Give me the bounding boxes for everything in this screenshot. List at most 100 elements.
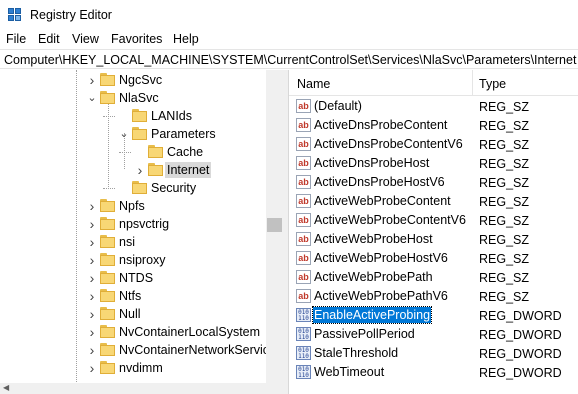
- value-name: ActiveWebProbeContent: [314, 194, 451, 208]
- folder-icon: [100, 217, 115, 230]
- tree-item[interactable]: › Npfs: [0, 198, 266, 216]
- chevron-right-icon[interactable]: ›: [86, 289, 98, 303]
- values-list-pane[interactable]: Name Type ab (Default) REG_SZ ab ActiveDnsPr…: [289, 70, 578, 394]
- chevron-right-icon[interactable]: ›: [86, 199, 98, 213]
- value-row[interactable]: 010 110 WebTimeout REG_DWORD: [289, 363, 578, 382]
- value-name: ActiveWebProbePathV6: [314, 289, 448, 303]
- value-name: ActiveWebProbeHost: [314, 232, 433, 246]
- folder-icon: [100, 325, 115, 338]
- chevron-down-icon[interactable]: ⌄: [86, 91, 98, 105]
- value-type: REG_SZ: [479, 138, 530, 152]
- tree-item[interactable]: Cache: [0, 144, 266, 162]
- folder-icon: [100, 289, 115, 302]
- list-header: Name Type: [289, 70, 578, 96]
- menu-file[interactable]: File: [6, 32, 26, 46]
- value-row[interactable]: ab ActiveDnsProbeContentV6 REG_SZ: [289, 135, 578, 154]
- tree-guide-line: [103, 116, 115, 117]
- value-type: REG_DWORD: [479, 366, 562, 380]
- chevron-right-icon[interactable]: ›: [86, 235, 98, 249]
- registry-editor-icon: [8, 8, 22, 22]
- tree-item[interactable]: ⌄ NlaSvc: [0, 90, 266, 108]
- tree-item-label: Null: [119, 307, 141, 321]
- folder-icon: [100, 235, 115, 248]
- chevron-right-icon[interactable]: ›: [86, 73, 98, 87]
- tree-item[interactable]: LANIds: [0, 108, 266, 126]
- tree-item[interactable]: › Internet: [0, 162, 266, 180]
- string-value-icon: ab: [296, 289, 311, 303]
- string-value-icon: ab: [296, 156, 311, 170]
- value-type: REG_DWORD: [479, 347, 562, 361]
- value-type: REG_SZ: [479, 290, 530, 304]
- tree-item[interactable]: ⌄ Parameters: [0, 126, 266, 144]
- value-row[interactable]: 010 110 EnableActiveProbing REG_DWORD: [289, 306, 578, 325]
- column-divider[interactable]: [472, 70, 473, 96]
- key-tree-pane[interactable]: › NgcSvc ⌄ NlaSvc LANIds ⌄ Parameters Cache › Int…: [0, 70, 283, 394]
- menu-view[interactable]: View: [72, 32, 99, 46]
- tree-item-label: Npfs: [119, 199, 145, 213]
- tree-item[interactable]: › npsvctrig: [0, 216, 266, 234]
- folder-icon: [148, 145, 163, 158]
- value-row[interactable]: ab ActiveWebProbePath REG_SZ: [289, 268, 578, 287]
- tree-item[interactable]: › nsi: [0, 234, 266, 252]
- value-row[interactable]: ab ActiveWebProbePathV6 REG_SZ: [289, 287, 578, 306]
- value-row[interactable]: ab (Default) REG_SZ: [289, 97, 578, 116]
- chevron-right-icon[interactable]: ›: [86, 217, 98, 231]
- tree-item-label: nsi: [119, 235, 135, 249]
- value-row[interactable]: 010 110 StaleThreshold REG_DWORD: [289, 344, 578, 363]
- string-value-icon: ab: [296, 99, 311, 113]
- tree-item-label: nsiproxy: [119, 253, 166, 267]
- value-type: REG_DWORD: [479, 309, 562, 323]
- value-row[interactable]: ab ActiveWebProbeHostV6 REG_SZ: [289, 249, 578, 268]
- value-row[interactable]: 010 110 PassivePollPeriod REG_DWORD: [289, 325, 578, 344]
- tree-item-label: NvContainerLocalSystem: [119, 325, 261, 339]
- value-row[interactable]: ab ActiveWebProbeContent REG_SZ: [289, 192, 578, 211]
- string-value-icon: ab: [296, 118, 311, 132]
- value-row[interactable]: ab ActiveWebProbeContentV6 REG_SZ: [289, 211, 578, 230]
- value-row[interactable]: ab ActiveDnsProbeHost REG_SZ: [289, 154, 578, 173]
- chevron-right-icon[interactable]: ›: [86, 361, 98, 375]
- address-bar[interactable]: Computer\HKEY_LOCAL_MACHINE\SYSTEM\Curre…: [0, 49, 578, 69]
- chevron-right-icon[interactable]: ›: [86, 325, 98, 339]
- value-name: ActiveWebProbePath: [314, 270, 433, 284]
- chevron-right-icon[interactable]: ›: [86, 307, 98, 321]
- address-path[interactable]: Computer\HKEY_LOCAL_MACHINE\SYSTEM\Curre…: [4, 53, 576, 67]
- column-header-type[interactable]: Type: [479, 77, 506, 91]
- tree-item[interactable]: Security: [0, 180, 266, 198]
- value-row[interactable]: ab ActiveWebProbeHost REG_SZ: [289, 230, 578, 249]
- menu-edit[interactable]: Edit: [38, 32, 60, 46]
- string-value-icon: ab: [296, 137, 311, 151]
- tree-item[interactable]: › NgcSvc: [0, 72, 266, 90]
- folder-icon: [132, 109, 147, 122]
- chevron-right-icon[interactable]: ›: [86, 271, 98, 285]
- tree-item[interactable]: › Null: [0, 306, 266, 324]
- tree-item-label: npsvctrig: [119, 217, 170, 231]
- chevron-down-icon[interactable]: ⌄: [118, 127, 130, 141]
- tree-item-label: Internet: [165, 162, 212, 178]
- tree-item[interactable]: › nsiproxy: [0, 252, 266, 270]
- tree-item[interactable]: › NvContainerLocalSystem: [0, 324, 266, 342]
- value-name: StaleThreshold: [314, 346, 399, 360]
- value-row[interactable]: ab ActiveDnsProbeHostV6 REG_SZ: [289, 173, 578, 192]
- value-name: ActiveDnsProbeHostV6: [314, 175, 445, 189]
- tree-item[interactable]: › nvdimm: [0, 360, 266, 378]
- scroll-left-arrow-icon[interactable]: ◀: [3, 383, 9, 392]
- tree-item[interactable]: › Ntfs: [0, 288, 266, 306]
- tree-item[interactable]: › NTDS: [0, 270, 266, 288]
- binary-value-icon: 010 110: [296, 346, 311, 360]
- tree-vertical-scrollbar[interactable]: [266, 70, 283, 394]
- chevron-right-icon[interactable]: ›: [86, 343, 98, 357]
- chevron-right-icon[interactable]: ›: [134, 163, 146, 177]
- tree-item-label: NvContainerNetworkService: [119, 343, 277, 357]
- scrollbar-thumb[interactable]: [267, 218, 282, 232]
- value-type: REG_DWORD: [479, 328, 562, 342]
- tree-item[interactable]: › NvContainerNetworkService: [0, 342, 276, 360]
- binary-value-icon: 010 110: [296, 365, 311, 379]
- menu-favorites[interactable]: Favorites: [111, 32, 162, 46]
- chevron-right-icon[interactable]: ›: [86, 253, 98, 267]
- tree-horizontal-scrollbar[interactable]: ◀: [0, 383, 266, 394]
- menu-help[interactable]: Help: [173, 32, 199, 46]
- value-type: REG_SZ: [479, 100, 530, 114]
- value-row[interactable]: ab ActiveDnsProbeContent REG_SZ: [289, 116, 578, 135]
- column-header-name[interactable]: Name: [297, 77, 330, 91]
- tree-item-label: Security: [151, 181, 197, 195]
